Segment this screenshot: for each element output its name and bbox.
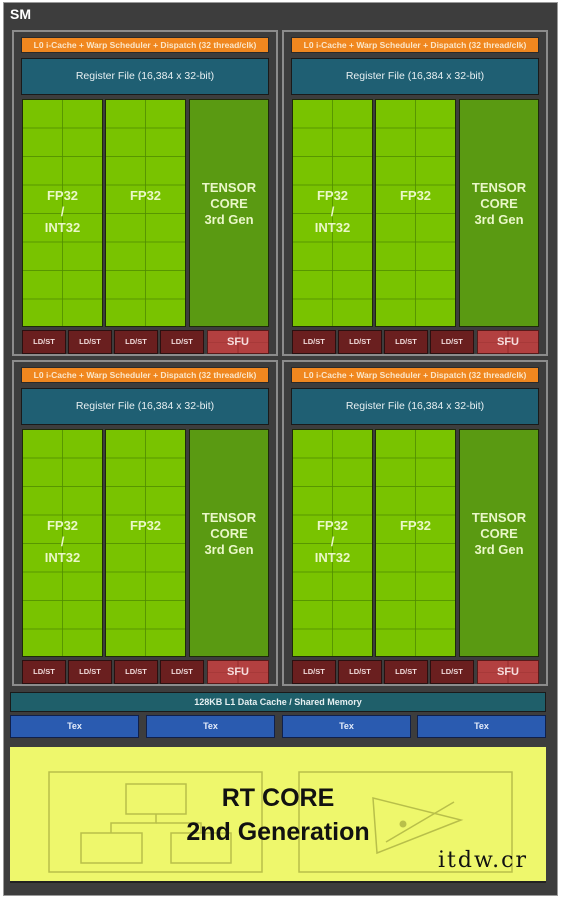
register-file: Register File (16,384 x 32-bit) — [291, 58, 539, 95]
core-label: CORE — [210, 526, 248, 541]
fp32-core: FP32 — [375, 99, 456, 327]
tex-unit: Tex — [146, 715, 275, 738]
core-label: 3rd Gen — [474, 212, 524, 227]
core-label: CORE — [480, 196, 518, 211]
fp32-int32-core: FP32/INT32 — [22, 99, 103, 327]
core-label: TENSOR — [471, 510, 527, 525]
core-label: 3rd Gen — [204, 212, 254, 227]
tensor-core: TENSOR CORE 3rd Gen — [459, 99, 539, 327]
tex-unit: Tex — [417, 715, 546, 738]
ldst-unit: LD/ST — [430, 330, 474, 354]
core-label: FP32 — [316, 188, 349, 203]
core-label: / — [330, 534, 335, 549]
ldst-unit: LD/ST — [160, 660, 204, 684]
ldst-unit: LD/ST — [68, 660, 112, 684]
ldst-unit: LD/ST — [68, 330, 112, 354]
fp32-int32-core: FP32/INT32 — [292, 99, 373, 327]
processing-block: L0 i-Cache + Warp Scheduler + Dispatch (… — [12, 360, 278, 686]
sfu-unit: SFU — [477, 660, 539, 684]
ldst-unit: LD/ST — [292, 330, 336, 354]
tex-unit: Tex — [282, 715, 411, 738]
core-label: FP32 — [399, 518, 432, 533]
core-label: TENSOR — [471, 180, 527, 195]
ldst-unit: LD/ST — [338, 330, 382, 354]
rt-core: RT CORE 2nd Generation itdw.cr — [10, 747, 546, 883]
core-label: CORE — [480, 526, 518, 541]
ldst-unit: LD/ST — [384, 330, 428, 354]
tensor-core: TENSOR CORE 3rd Gen — [189, 99, 269, 327]
core-label: FP32 — [399, 188, 432, 203]
core-label: / — [330, 204, 335, 219]
l0-icache-warp-scheduler: L0 i-Cache + Warp Scheduler + Dispatch (… — [21, 367, 269, 383]
processing-block: L0 i-Cache + Warp Scheduler + Dispatch (… — [282, 30, 548, 356]
core-label: / — [60, 534, 65, 549]
ldst-unit: LD/ST — [430, 660, 474, 684]
tensor-core: TENSOR CORE 3rd Gen — [459, 429, 539, 657]
core-label: FP32 — [46, 188, 79, 203]
ldst-unit: LD/ST — [384, 660, 428, 684]
core-label: INT32 — [314, 550, 351, 565]
tensor-core: TENSOR CORE 3rd Gen — [189, 429, 269, 657]
core-label: INT32 — [44, 220, 81, 235]
ldst-unit: LD/ST — [22, 660, 66, 684]
core-label: CORE — [210, 196, 248, 211]
fp32-core: FP32 — [105, 99, 186, 327]
l0-icache-warp-scheduler: L0 i-Cache + Warp Scheduler + Dispatch (… — [291, 37, 539, 53]
ldst-unit: LD/ST — [114, 330, 158, 354]
core-label: INT32 — [314, 220, 351, 235]
processing-block: L0 i-Cache + Warp Scheduler + Dispatch (… — [282, 360, 548, 686]
core-label: 3rd Gen — [204, 542, 254, 557]
core-label: TENSOR — [201, 510, 257, 525]
rt-core-title-line2: 2nd Generation — [186, 818, 370, 846]
watermark: itdw.cr — [437, 848, 528, 873]
core-label: FP32 — [46, 518, 79, 533]
ldst-unit: LD/ST — [114, 660, 158, 684]
ldst-unit: LD/ST — [292, 660, 336, 684]
tex-unit: Tex — [10, 715, 139, 738]
register-file: Register File (16,384 x 32-bit) — [21, 58, 269, 95]
fp32-core: FP32 — [105, 429, 186, 657]
sm-title: SM — [10, 6, 31, 22]
rt-core-title-line1: RT CORE — [221, 784, 335, 812]
fp32-int32-core: FP32/INT32 — [22, 429, 103, 657]
sfu-unit: SFU — [207, 660, 269, 684]
l0-icache-warp-scheduler: L0 i-Cache + Warp Scheduler + Dispatch (… — [291, 367, 539, 383]
ldst-unit: LD/ST — [338, 660, 382, 684]
core-label: INT32 — [44, 550, 81, 565]
register-file: Register File (16,384 x 32-bit) — [21, 388, 269, 425]
core-label: TENSOR — [201, 180, 257, 195]
l1-data-cache: 128KB L1 Data Cache / Shared Memory — [10, 692, 546, 712]
core-label: FP32 — [129, 518, 162, 533]
processing-block: L0 i-Cache + Warp Scheduler + Dispatch (… — [12, 30, 278, 356]
ldst-unit: LD/ST — [160, 330, 204, 354]
l0-icache-warp-scheduler: L0 i-Cache + Warp Scheduler + Dispatch (… — [21, 37, 269, 53]
sfu-unit: SFU — [207, 330, 269, 354]
sfu-unit: SFU — [477, 330, 539, 354]
core-label: FP32 — [129, 188, 162, 203]
core-label: FP32 — [316, 518, 349, 533]
fp32-int32-core: FP32/INT32 — [292, 429, 373, 657]
ldst-unit: LD/ST — [22, 330, 66, 354]
rt-core-title: RT CORE 2nd Generation — [10, 781, 546, 849]
register-file: Register File (16,384 x 32-bit) — [291, 388, 539, 425]
core-label: / — [60, 204, 65, 219]
fp32-core: FP32 — [375, 429, 456, 657]
core-label: 3rd Gen — [474, 542, 524, 557]
